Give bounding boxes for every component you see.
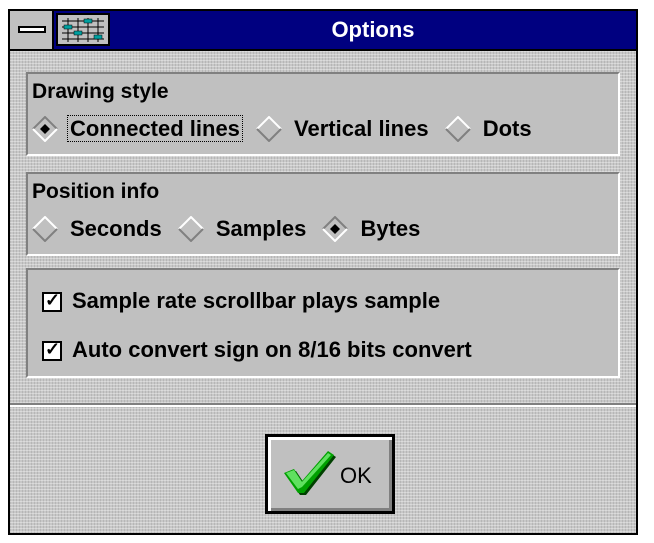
radio-dots[interactable]: Dots: [444, 115, 534, 143]
radio-unselected-icon[interactable]: [256, 115, 282, 143]
radio-bytes[interactable]: Bytes: [322, 215, 422, 243]
position-info-title: Position info: [32, 180, 160, 203]
radio-connected-lines[interactable]: Connected lines: [32, 114, 243, 143]
radio-samples[interactable]: Samples: [178, 215, 309, 243]
options-dialog: Options Drawing style Connected lines Ve…: [8, 9, 638, 535]
radio-label: Dots: [482, 115, 532, 141]
radio-selected-icon[interactable]: [322, 215, 349, 243]
position-info-options: Seconds Samples Bytes: [32, 214, 430, 243]
radio-label: Samples: [215, 215, 307, 241]
radio-label: Vertical lines: [294, 115, 429, 141]
checkmark-icon: ✓: [45, 339, 61, 360]
dialog-body: Drawing style Connected lines Vertical l…: [10, 51, 636, 533]
checkbox-label: Sample rate scrollbar plays sample: [72, 288, 441, 313]
radio-seconds[interactable]: Seconds: [32, 215, 164, 243]
radio-selected-icon[interactable]: [32, 115, 58, 143]
radio-label: Bytes: [360, 215, 421, 241]
radio-unselected-icon[interactable]: [32, 215, 58, 243]
radio-label: Connected lines: [67, 114, 243, 142]
radio-unselected-icon[interactable]: [444, 115, 471, 143]
checkbox-scrollbar-plays-sample[interactable]: ✓ Sample rate scrollbar plays sample: [42, 288, 440, 314]
checkbox-group: ✓ Sample rate scrollbar plays sample ✓ A…: [26, 268, 620, 378]
checkbox-auto-convert-sign[interactable]: ✓ Auto convert sign on 8/16 bits convert: [42, 337, 472, 363]
position-info-group: Position info Seconds Samples Bytes: [26, 172, 620, 256]
minus-bar-icon: [18, 26, 46, 33]
drawing-style-group: Drawing style Connected lines Vertical l…: [26, 72, 620, 156]
drawing-style-options: Connected lines Vertical lines Dots: [32, 114, 542, 143]
title-bar[interactable]: Options: [10, 11, 636, 51]
divider: [10, 403, 636, 407]
checkbox-icon[interactable]: ✓: [42, 339, 62, 362]
radio-vertical-lines[interactable]: Vertical lines: [256, 115, 431, 143]
radio-unselected-icon[interactable]: [178, 215, 204, 243]
equalizer-icon: [56, 13, 110, 46]
checkbox-icon[interactable]: ✓: [42, 290, 62, 313]
ok-button[interactable]: OK: [265, 434, 395, 514]
system-menu-button[interactable]: [10, 11, 54, 49]
ok-label: OK: [340, 463, 372, 488]
window-title: Options: [331, 17, 415, 42]
checkbox-label: Auto convert sign on 8/16 bits convert: [72, 337, 472, 362]
green-checkmark-icon: [282, 449, 338, 499]
radio-label: Seconds: [70, 215, 162, 241]
checkmark-icon: ✓: [45, 290, 61, 311]
drawing-style-title: Drawing style: [32, 80, 169, 103]
